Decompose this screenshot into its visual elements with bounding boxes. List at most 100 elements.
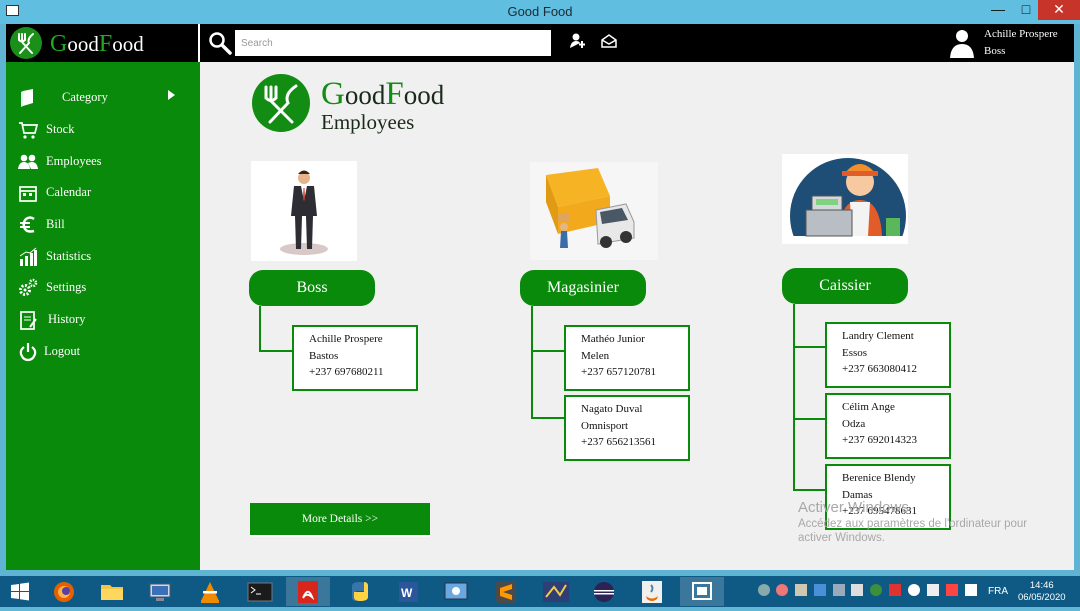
employee-card[interactable]: Landry Clement Essos +237 663080412 (825, 322, 951, 388)
sidebar-item-employees[interactable]: Employees (16, 150, 192, 174)
tray-app-icon[interactable] (870, 584, 882, 596)
taskbar: W FRA 14:46 06/05/2020 (0, 576, 1080, 607)
employee-phone: +237 656213561 (581, 436, 656, 448)
sidebar-item-history[interactable]: History (16, 308, 192, 332)
close-button[interactable]: ✕ (1038, 0, 1080, 20)
window-title: Good Food (507, 4, 573, 19)
employee-card[interactable]: Célim Ange Odza +237 692014323 (825, 393, 951, 459)
employee-name: Nagato Duval (581, 403, 643, 415)
role-boss-button[interactable]: Boss (249, 270, 375, 306)
more-details-button[interactable]: More Details >> (250, 503, 430, 537)
chart-icon (19, 247, 37, 266)
sidebar-item-label: Settings (46, 280, 87, 294)
sidebar-item-label: Statistics (46, 249, 92, 263)
sidebar-item-statistics[interactable]: Statistics (16, 245, 192, 269)
cart-icon (19, 122, 38, 139)
delivery-truck-illustration (530, 162, 658, 260)
control-panel-taskbar-icon[interactable] (434, 577, 478, 606)
tray-app-icon[interactable] (776, 584, 788, 596)
activation-watermark: Activer Windows Accédez aux paramètres d… (798, 499, 1027, 544)
watermark-text: Accédez aux paramètres de l'ordinateur p… (798, 518, 1028, 530)
employee-location: Essos (842, 346, 868, 359)
speaker-icon[interactable] (927, 584, 939, 596)
sidebar-item-label: Employees (46, 154, 102, 168)
employee-card[interactable]: Mathéo Junior Melen +237 657120781 (564, 325, 690, 391)
page-brand-title: GoodFood (321, 76, 445, 112)
java-taskbar-icon[interactable] (630, 577, 674, 606)
employee-card[interactable]: Nagato Duval Omnisport +237 656213561 (564, 395, 690, 461)
start-button[interactable] (0, 577, 40, 606)
network-status-icon[interactable] (946, 584, 958, 596)
role-caissier-button[interactable]: Caissier (782, 268, 908, 304)
tray-app-icon[interactable] (889, 584, 901, 596)
app-window: Good Food — □ ✕ GoodFood Search Achille … (0, 0, 1080, 576)
vlc-taskbar-icon[interactable] (188, 577, 232, 606)
tray-app-icon[interactable] (833, 584, 845, 596)
employee-name: Mathéo Junior (581, 333, 645, 345)
history-icon (20, 311, 37, 330)
employee-name: Berenice Blendy (842, 472, 916, 484)
employee-card[interactable]: Achille Prospere Bastos +237 697680211 (292, 325, 418, 391)
fork-knife-logo-icon (10, 27, 42, 59)
sidebar-item-label: Logout (44, 344, 81, 358)
euro-icon (20, 216, 35, 233)
minimize-button[interactable]: — (984, 0, 1012, 20)
book-icon (21, 89, 33, 107)
python-taskbar-icon[interactable] (338, 577, 382, 606)
sublime-taskbar-icon[interactable] (484, 577, 528, 606)
maximize-button[interactable]: □ (1012, 0, 1040, 20)
user-role: Boss (984, 45, 1006, 57)
word-taskbar-icon[interactable]: W (386, 577, 430, 606)
search-input[interactable] (235, 30, 551, 56)
sidebar-item-label: Stock (46, 122, 75, 136)
eclipse-taskbar-icon[interactable] (582, 577, 626, 606)
clock-time: 14:46 (1029, 580, 1054, 591)
tree-connector (531, 417, 565, 419)
sidebar-item-label: Category (62, 90, 108, 104)
brand-name: GoodFood (50, 31, 144, 57)
file-explorer-taskbar-icon[interactable] (90, 577, 134, 606)
sidebar-item-logout[interactable]: Logout (16, 340, 192, 364)
role-magasinier-button[interactable]: Magasinier (520, 270, 646, 306)
tree-connector (531, 350, 565, 352)
app-content: GoodFood Achille Prospere Boss (6, 24, 1074, 570)
title-bar[interactable]: Good Food — □ ✕ (0, 0, 1080, 24)
network-taskbar-icon[interactable] (138, 577, 182, 606)
language-indicator[interactable]: FRA (988, 586, 1008, 597)
tray-app-icon[interactable] (851, 584, 863, 596)
sidebar-item-calendar[interactable]: Calendar (16, 181, 192, 205)
calendar-icon (19, 186, 37, 202)
terminal-taskbar-icon[interactable] (238, 577, 282, 606)
tree-connector (531, 306, 533, 418)
employee-phone: +237 692014323 (842, 434, 917, 446)
tray-app-icon[interactable] (795, 584, 807, 596)
tray-app-icon[interactable] (908, 584, 920, 596)
user-avatar-icon[interactable] (949, 28, 975, 58)
sidebar-item-label: Bill (46, 217, 65, 231)
tree-connector (793, 418, 827, 420)
add-user-icon[interactable] (569, 32, 587, 50)
main-panel: GoodFood Employees Boss Achille Prospere… (200, 62, 1074, 570)
employee-location: Bastos (309, 349, 339, 362)
firefox-taskbar-icon[interactable] (42, 577, 86, 606)
mail-icon[interactable] (600, 32, 618, 50)
sidebar-item-category[interactable]: Category (16, 86, 192, 110)
clock[interactable]: 14:46 06/05/2020 (1018, 580, 1066, 604)
sidebar: Category Stock Employees Calendar Bill S… (6, 62, 200, 570)
employee-name: Achille Prospere (309, 333, 383, 345)
sidebar-item-bill[interactable]: Bill (16, 213, 192, 237)
tray-app-icon[interactable] (758, 584, 770, 596)
search-icon[interactable] (208, 31, 232, 55)
sidebar-item-settings[interactable]: Settings (16, 276, 192, 300)
battery-icon[interactable] (965, 584, 977, 596)
employee-name: Landry Clement (842, 330, 914, 342)
screenshot-tool-taskbar-icon[interactable] (680, 577, 724, 606)
employee-phone: +237 657120781 (581, 366, 656, 378)
pdf-reader-taskbar-icon[interactable] (286, 577, 330, 606)
chevron-right-icon (168, 90, 175, 100)
users-icon (18, 154, 38, 169)
sidebar-item-stock[interactable]: Stock (16, 118, 192, 142)
game-taskbar-icon[interactable] (534, 577, 578, 606)
businessman-illustration (251, 161, 357, 261)
tray-app-icon[interactable] (814, 584, 826, 596)
